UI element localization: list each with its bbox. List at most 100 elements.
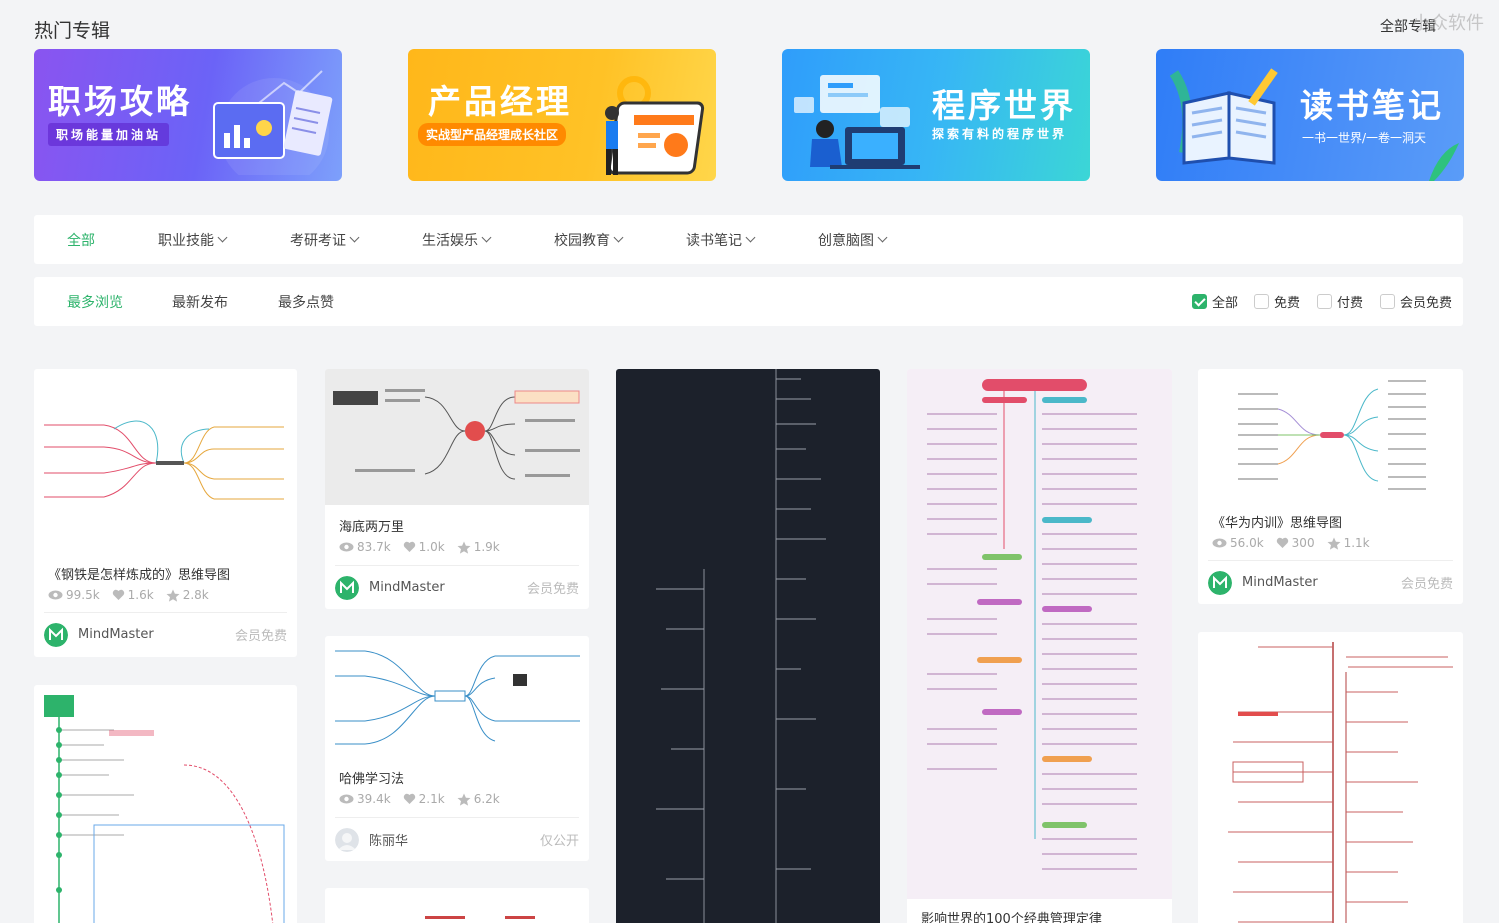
mindmap-thumbnail [425, 916, 535, 919]
mindmap-thumbnail [1238, 380, 1426, 490]
programmer-illustration [794, 75, 920, 169]
price-badge: 会员免费 [1400, 577, 1453, 592]
card-stats: 39.4k 2.1k 6.2k [339, 792, 500, 806]
filter-free[interactable]: 免费 [1254, 292, 1300, 311]
eye-icon [339, 542, 354, 552]
card-title: 海底两万里 [339, 520, 405, 535]
card-author-row: MindMaster 会员免费 [335, 565, 579, 609]
view-count: 39.4k [357, 792, 391, 806]
heart-icon [112, 589, 124, 600]
mindmap-card[interactable]: 哈佛学习法 39.4k 2.1k 6.2k 陈丽华 仅公开 [325, 636, 589, 861]
card-title: 哈佛学习法 [339, 772, 405, 787]
view-count: 56.0k [1230, 536, 1264, 550]
checkbox[interactable] [1317, 294, 1332, 309]
like-count: 1.6k [127, 588, 154, 602]
banner-subtitle: 一书一世界/一卷一洞天 [1302, 131, 1427, 145]
mindmap-thumbnail-dark [656, 369, 826, 923]
eye-icon [1212, 538, 1227, 548]
mindmap-card[interactable] [1198, 632, 1463, 923]
mindmaster-logo-icon[interactable] [335, 575, 359, 600]
mindmaster-logo-icon[interactable] [44, 622, 68, 647]
category-creative[interactable]: 创意脑图 [818, 230, 888, 250]
mindmap-card[interactable]: 海底两万里 83.7k 1.0k 1.9k MindMaster 会员免费 [325, 369, 589, 609]
card-stats: 56.0k 300 1.1k [1212, 536, 1370, 550]
sort-most-viewed[interactable]: 最多浏览 [67, 292, 123, 312]
banner-subtitle: 实战型产品经理成长社区 [418, 123, 567, 146]
career-chart-illustration [213, 70, 333, 175]
category-bar: 全部 职业技能 考研考证 生活娱乐 校园教育 读书笔记 创意脑图 [34, 215, 1463, 264]
banner-title: 读书笔记 [1300, 86, 1444, 125]
author-name[interactable]: MindMaster [1242, 575, 1401, 590]
leaf-icon [1429, 143, 1459, 181]
checkbox[interactable] [1380, 294, 1395, 309]
star-icon [457, 793, 471, 806]
product-manager-illustration [605, 76, 705, 175]
banner-subtitle: 职场能量加油站 [48, 123, 170, 146]
like-count: 2.1k [418, 792, 445, 806]
album-banner-programming[interactable]: 程序世界 探索有料的程序世界 [782, 49, 1090, 181]
heart-icon [403, 793, 415, 804]
mindmap-card[interactable]: 影响世界的100个经典管理定律 [907, 369, 1172, 923]
mindmap-card[interactable] [616, 369, 880, 923]
chevron-down-icon [613, 232, 624, 243]
mindmap-card[interactable] [325, 888, 589, 923]
card-stats: 99.5k 1.6k 2.8k [48, 588, 209, 602]
mindmap-card[interactable]: 《华为内训》思维导图 56.0k 300 1.1k MindMaster 会员免… [1198, 369, 1463, 604]
card-author-row: MindMaster 会员免费 [44, 612, 287, 656]
album-banner-career[interactable]: 职场攻略 职场能量加油站 [34, 49, 342, 181]
mindmap-thumbnail [44, 420, 284, 500]
star-count: 6.2k [473, 792, 500, 806]
banner-title: 职场攻略 [48, 82, 192, 121]
price-badge: 会员免费 [526, 582, 579, 597]
all-albums-link[interactable]: 全部专辑 [1380, 16, 1436, 36]
mindmap-thumbnail [1228, 642, 1453, 923]
category-reading[interactable]: 读书笔记 [686, 230, 756, 250]
mindmap-card[interactable] [34, 685, 297, 923]
sort-filter-bar: 最多浏览 最新发布 最多点赞 全部 免费 付费 会员免费 [34, 277, 1463, 326]
star-count: 1.9k [473, 540, 500, 554]
star-icon [1327, 537, 1341, 550]
book-illustration [1169, 68, 1278, 165]
author-name[interactable]: MindMaster [369, 580, 527, 595]
sort-most-liked[interactable]: 最多点赞 [278, 292, 334, 312]
album-banner-product-manager[interactable]: 产品经理 实战型产品经理成长社区 [408, 49, 716, 181]
card-title: 《华为内训》思维导图 [1212, 516, 1343, 531]
card-title: 《钢铁是怎样炼成的》思维导图 [48, 568, 231, 583]
sort-newest[interactable]: 最新发布 [172, 292, 228, 312]
mindmap-thumbnail [907, 369, 1172, 899]
author-name[interactable]: MindMaster [78, 627, 235, 642]
category-life[interactable]: 生活娱乐 [422, 230, 492, 250]
filter-member-free[interactable]: 会员免费 [1380, 292, 1452, 311]
card-author-row: 陈丽华 仅公开 [335, 817, 579, 861]
card-stats: 83.7k 1.0k 1.9k [339, 540, 500, 554]
filter-all[interactable]: 全部 [1192, 292, 1238, 311]
user-avatar[interactable] [335, 827, 359, 852]
category-exams[interactable]: 考研考证 [290, 230, 360, 250]
author-name[interactable]: 陈丽华 [369, 830, 540, 849]
banner-subtitle: 探索有料的程序世界 [932, 127, 1068, 141]
like-count: 300 [1291, 536, 1315, 550]
banner-title: 程序世界 [932, 86, 1076, 125]
mindmap-card[interactable]: 《钢铁是怎样炼成的》思维导图 99.5k 1.6k 2.8k MindMaste… [34, 369, 297, 657]
eye-icon [339, 794, 354, 804]
mindmap-thumbnail [325, 369, 589, 505]
checkbox-checked[interactable] [1192, 294, 1207, 309]
filter-paid[interactable]: 付费 [1317, 292, 1363, 311]
star-count: 1.1k [1343, 536, 1370, 550]
view-count: 83.7k [357, 540, 391, 554]
category-all[interactable]: 全部 [67, 230, 95, 250]
album-banner-reading-notes[interactable]: 读书笔记 一书一世界/一卷一洞天 [1156, 49, 1464, 181]
price-badge: 会员免费 [234, 629, 287, 644]
category-career-skills[interactable]: 职业技能 [158, 230, 228, 250]
chevron-down-icon [349, 232, 360, 243]
checkbox[interactable] [1254, 294, 1269, 309]
chevron-down-icon [481, 232, 492, 243]
category-education[interactable]: 校园教育 [554, 230, 624, 250]
heart-icon [1276, 537, 1288, 548]
star-icon [457, 541, 471, 554]
view-count: 99.5k [66, 588, 100, 602]
section-title: 热门专辑 [34, 20, 111, 42]
chevron-down-icon [217, 232, 228, 243]
banner-title: 产品经理 [428, 82, 572, 121]
mindmaster-logo-icon[interactable] [1208, 570, 1232, 595]
